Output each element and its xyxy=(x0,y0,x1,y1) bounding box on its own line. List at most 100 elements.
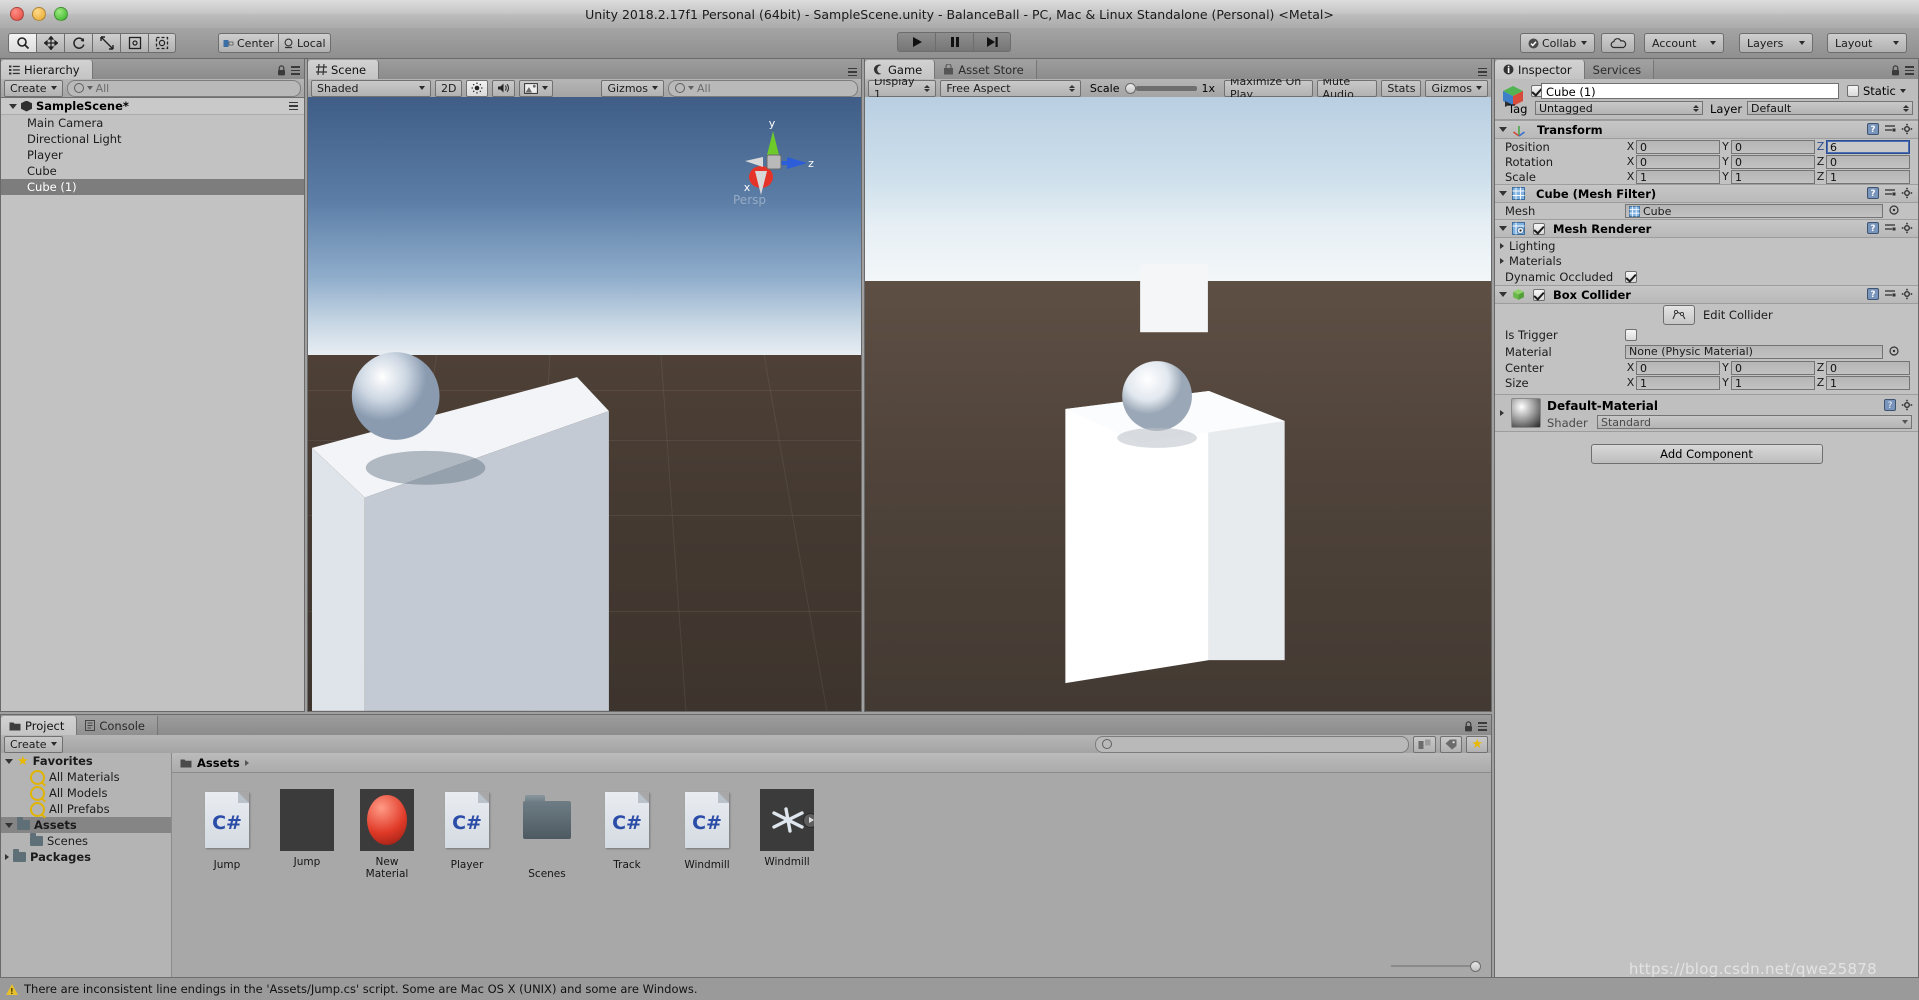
edit-collider-button[interactable] xyxy=(1663,305,1695,325)
project-tree-item[interactable]: All Models xyxy=(1,785,171,801)
filter-by-label-button[interactable] xyxy=(1440,735,1463,753)
project-menu-icon[interactable] xyxy=(1478,722,1487,731)
rotate-tool-button[interactable] xyxy=(64,33,92,53)
filter-by-type-button[interactable] xyxy=(1413,735,1437,753)
expand-triangle-icon[interactable] xyxy=(5,854,9,860)
tab-project[interactable]: Project xyxy=(1,716,78,735)
add-component-button[interactable]: Add Component xyxy=(1590,444,1823,464)
game-menu-icon[interactable] xyxy=(1478,67,1487,76)
account-button-group[interactable]: Account xyxy=(1644,33,1724,53)
game-viewport[interactable] xyxy=(865,97,1491,711)
scene-effects-toggle[interactable] xyxy=(519,79,554,97)
rect-tool-button[interactable] xyxy=(120,33,148,53)
collider-size-z-input[interactable]: 1 xyxy=(1826,375,1910,390)
collider-center-x-input[interactable]: 0 xyxy=(1636,360,1720,375)
materials-foldout[interactable]: Materials xyxy=(1495,253,1918,268)
transform-scale-z-input[interactable]: 1 xyxy=(1826,169,1910,184)
collider-size-y-input[interactable]: 1 xyxy=(1731,375,1815,390)
asset-item[interactable]: New Material xyxy=(356,789,418,880)
scene-2d-toggle[interactable]: 2D xyxy=(435,79,463,97)
hierarchy-tab-actions[interactable] xyxy=(277,65,300,76)
pause-button[interactable] xyxy=(935,32,973,52)
expand-triangle-icon[interactable] xyxy=(1499,127,1507,132)
project-create-button[interactable]: Create xyxy=(4,735,63,753)
object-picker-icon[interactable] xyxy=(1889,204,1899,218)
asset-item[interactable]: Windmill xyxy=(756,789,818,880)
pivot-rotation-button[interactable]: Local xyxy=(278,33,331,53)
game-gizmos-dropdown[interactable]: Gizmos xyxy=(1425,79,1488,97)
layout-button[interactable]: Layout xyxy=(1827,33,1907,53)
static-toggle[interactable]: Static xyxy=(1847,84,1906,98)
transform-tool-button[interactable] xyxy=(148,33,176,53)
dynamic-occluded-checkbox[interactable] xyxy=(1625,270,1637,283)
project-tree-item[interactable]: All Prefabs xyxy=(1,801,171,817)
scene-orientation-gizmo[interactable]: y z x Persp xyxy=(729,115,819,211)
hierarchy-scene-row[interactable]: SampleScene* xyxy=(1,98,304,115)
game-tab-actions[interactable] xyxy=(1478,67,1487,76)
asset-zoom-slider[interactable] xyxy=(1391,960,1481,972)
project-tree-item[interactable]: Packages xyxy=(1,849,171,865)
inspector-tab-actions[interactable] xyxy=(1891,65,1914,76)
scene-audio-toggle[interactable] xyxy=(492,79,516,97)
breadcrumb[interactable]: Assets xyxy=(172,753,1491,773)
inspector-menu-icon[interactable] xyxy=(1905,66,1914,75)
layers-button-group[interactable]: Layers xyxy=(1739,33,1813,53)
hierarchy-item[interactable]: Main Camera xyxy=(1,115,304,131)
object-picker-icon[interactable] xyxy=(1889,345,1899,359)
collider-center-y-input[interactable]: 0 xyxy=(1731,360,1815,375)
asset-item[interactable]: C# Jump xyxy=(196,789,258,880)
expand-triangle-icon[interactable] xyxy=(1500,410,1504,416)
scene-lighting-toggle[interactable] xyxy=(466,79,489,97)
scene-persp-label[interactable]: Persp xyxy=(733,193,766,207)
transform-scale-x-input[interactable]: 1 xyxy=(1636,169,1720,184)
scene-menu-icon[interactable] xyxy=(289,101,298,111)
scene-menu-icon[interactable] xyxy=(848,67,857,76)
pivot-mode-button[interactable]: Center xyxy=(218,33,279,53)
hierarchy-item[interactable]: Cube (1) xyxy=(1,179,304,195)
collider-center-z-input[interactable]: 0 xyxy=(1826,360,1910,375)
step-button[interactable] xyxy=(973,32,1011,52)
layout-button-group[interactable]: Layout xyxy=(1827,33,1907,53)
game-mute-audio-toggle[interactable]: Mute Audio xyxy=(1316,75,1378,101)
transform-rotation-x-input[interactable]: 0 xyxy=(1636,154,1720,169)
game-stats-toggle[interactable]: Stats xyxy=(1381,79,1422,97)
tab-services[interactable]: Services xyxy=(1584,60,1655,79)
scene-viewport[interactable]: y z x Persp xyxy=(308,97,861,711)
expand-triangle-icon[interactable] xyxy=(9,103,17,109)
transform-scale-y-input[interactable]: 1 xyxy=(1731,169,1815,184)
status-bar[interactable]: There are inconsistent line endings in t… xyxy=(0,977,1919,1000)
hierarchy-create-button[interactable]: Create xyxy=(4,79,63,97)
expand-triangle-icon[interactable] xyxy=(5,822,13,828)
hierarchy-item[interactable]: Directional Light xyxy=(1,131,304,147)
component-actions[interactable]: ? xyxy=(1867,187,1913,199)
component-actions[interactable]: ? xyxy=(1867,222,1913,234)
asset-item[interactable]: C# Player xyxy=(436,789,498,880)
game-display-dropdown[interactable]: Display 1 xyxy=(868,75,937,101)
expand-triangle-icon[interactable] xyxy=(1500,257,1504,264)
shader-dropdown[interactable]: Standard xyxy=(1597,415,1912,429)
scene-tab-actions[interactable] xyxy=(848,67,857,76)
project-tree-item[interactable]: Assets xyxy=(1,817,171,833)
scale-tool-button[interactable] xyxy=(92,33,120,53)
play-controls[interactable] xyxy=(897,32,1011,52)
hierarchy-item[interactable]: Cube xyxy=(1,163,304,179)
expand-triangle-icon[interactable] xyxy=(1499,226,1507,231)
expand-triangle-icon[interactable] xyxy=(1500,242,1504,249)
scene-draw-mode-dropdown[interactable]: Shaded xyxy=(311,79,431,97)
cloud-button-group[interactable] xyxy=(1601,33,1635,53)
layers-button[interactable]: Layers xyxy=(1739,33,1813,53)
asset-item[interactable]: C# Windmill xyxy=(676,789,738,880)
project-tree-item[interactable]: All Materials xyxy=(1,769,171,785)
favorite-button[interactable]: ★ xyxy=(1466,735,1488,753)
layer-dropdown[interactable]: Default xyxy=(1747,101,1913,115)
expand-triangle-icon[interactable] xyxy=(1499,292,1507,297)
project-tab-actions[interactable] xyxy=(1464,721,1487,732)
component-actions[interactable]: ? xyxy=(1867,288,1913,300)
expand-triangle-icon[interactable] xyxy=(5,758,13,764)
transform-tools[interactable] xyxy=(8,33,176,53)
physic-material-object-field[interactable]: None (Physic Material) xyxy=(1625,344,1883,359)
tab-asset-store[interactable]: Asset Store xyxy=(935,60,1037,79)
transform-rotation-y-input[interactable]: 0 xyxy=(1731,154,1815,169)
transform-position-y-input[interactable]: 0 xyxy=(1731,139,1815,154)
object-name-input[interactable]: Cube (1) xyxy=(1541,83,1839,99)
